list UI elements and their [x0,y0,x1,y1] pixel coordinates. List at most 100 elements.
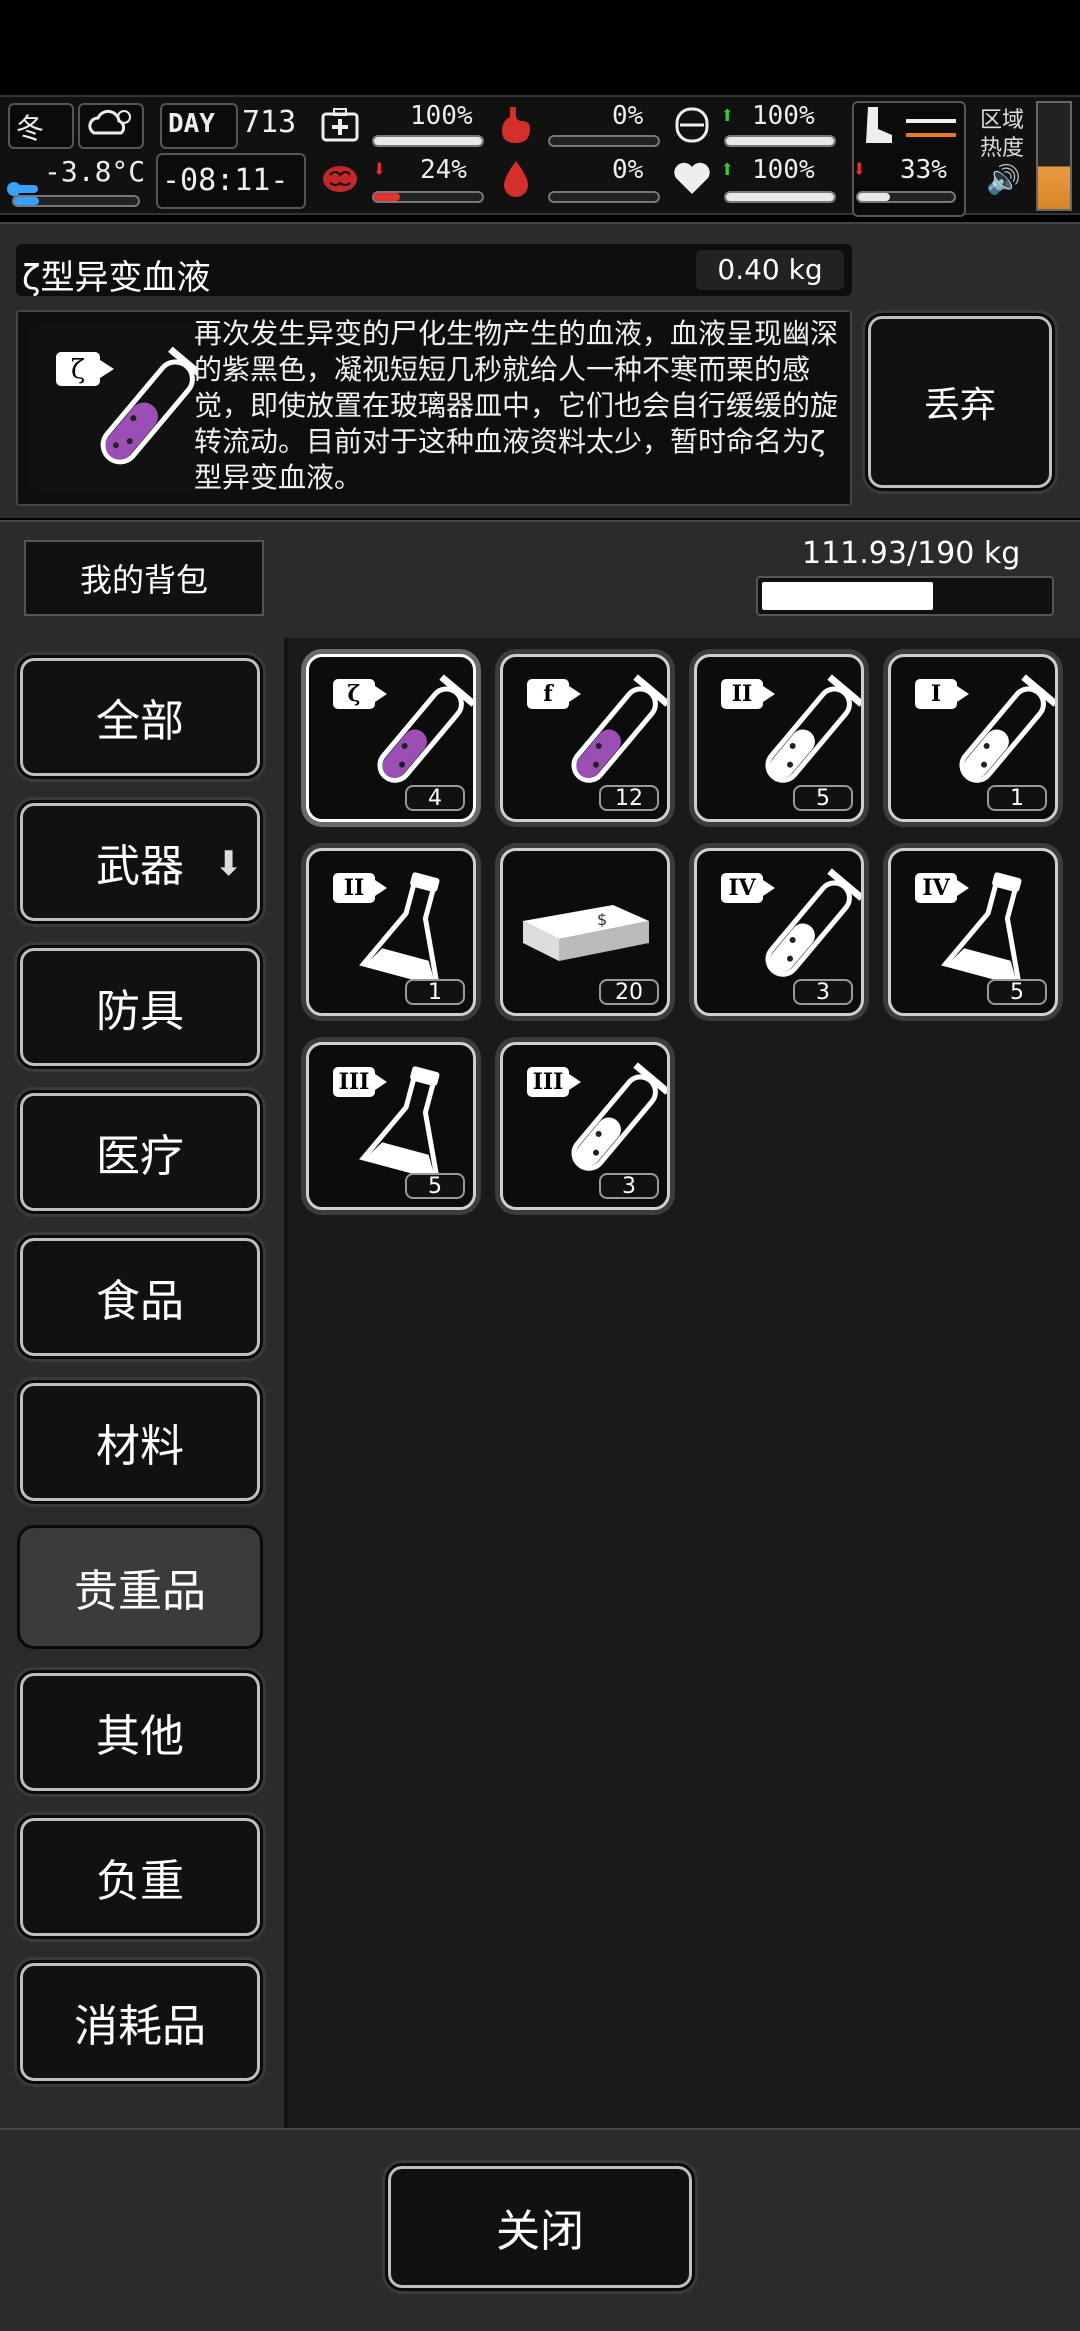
category-label: 医疗 [96,1131,184,1182]
category-button[interactable]: 其他 [17,1670,263,1794]
category-label: 防具 [96,986,184,1037]
foot-icon [856,103,900,147]
item-count: 3 [599,1173,659,1199]
inventory-slot[interactable]: IV 3 [694,848,864,1016]
up-arrow-icon: ⬆ [720,155,735,183]
category-button[interactable]: 材料 [17,1380,263,1504]
weather-icon [78,103,144,149]
down-arrow-icon: ⬇ [852,155,867,183]
inventory-slot[interactable]: f 12 [500,654,670,822]
day-badge: DAY [160,103,238,149]
item-preview-tag: ζ [71,355,85,385]
hunger-bar [548,135,660,147]
category-button[interactable]: 消耗品 [17,1960,263,2084]
category-button[interactable]: 负重 [17,1815,263,1939]
armor-bar [724,135,836,147]
temperature-bar [12,195,140,207]
bag-capacity: 111.93/190 kg [802,536,1021,571]
item-description: 再次发生异变的尸化生物产生的血液，血液呈现幽深的紫黑色，凝视短短几秒就给人一种不… [194,317,839,494]
item-count: 1 [987,785,1047,811]
speaker-icon[interactable]: 🔊 [986,163,1022,199]
inventory-slot[interactable]: II 1 [306,848,476,1016]
medkit-icon [318,103,362,147]
item-count: 12 [599,785,659,811]
inventory-grid: ζ 4 f 12 II 5 I 1 II 1 $20 IV 3 IV 5 III… [284,638,1080,2128]
item-count: 5 [987,979,1047,1005]
item-title-bar: ζ型异变血液 0.40 kg [16,244,852,298]
inventory-slot[interactable]: I 1 [888,654,1058,822]
svg-text:IV: IV [922,875,950,901]
health-value: 100% [410,101,473,131]
down-arrow-icon: ⬇ [372,155,387,183]
bag-capacity-bar [756,576,1054,616]
svg-text:II: II [344,875,365,901]
armor-value: 100% [752,101,815,131]
bleed-value: 0% [612,155,644,185]
health-bar [372,135,484,147]
category-button[interactable]: 防具 [17,945,263,1069]
item-count: 5 [405,1173,465,1199]
test-tube-icon: ζ [56,346,208,465]
inventory-slot[interactable]: II 5 [694,654,864,822]
item-count: 1 [405,979,465,1005]
item-preview: ζ [28,322,208,494]
bag-title: 我的背包 [24,540,264,616]
item-detail-panel: ζ型异变血液 0.40 kg ζ 再次发生异变的尸化生物产生的血液，血液呈现幽深… [0,222,1080,518]
svg-text:I: I [931,681,941,707]
item-weight: 0.40 kg [696,250,844,290]
infection-value: 24% [420,155,467,185]
svg-text:III: III [533,1069,564,1095]
item-count: 5 [793,785,853,811]
inventory-slot[interactable]: ζ 4 [306,654,476,822]
day-label: DAY [168,109,215,139]
zone-heat-meter [1036,101,1072,211]
clock-time: -08:11- [162,163,289,198]
category-button[interactable]: 医疗 [17,1090,263,1214]
item-count: 3 [793,979,853,1005]
blood-drop-icon [494,157,538,201]
expand-arrow-icon: ⬇ [214,844,244,884]
svg-text:II: II [732,681,753,707]
stomach-icon [494,103,538,147]
category-label: 负重 [96,1856,184,1907]
stamina-line [906,119,956,123]
inventory-slot[interactable]: $20 [500,848,670,1016]
inventory-slot[interactable]: IV 5 [888,848,1058,1016]
season-label: 冬 [16,112,45,145]
bag-header: 我的背包 111.93/190 kg [0,520,1080,638]
category-button[interactable]: 贵重品 [17,1525,263,1649]
category-label: 材料 [96,1421,184,1472]
temperature-value: -3.8°C [44,155,146,188]
bleed-bar [548,191,660,203]
category-button[interactable]: 食品 [17,1235,263,1359]
svg-text:ζ: ζ [347,681,360,707]
season-badge: 冬 [8,103,74,149]
svg-text:f: f [543,681,554,707]
category-sidebar: 全部武器 ⬇ 防具医疗食品材料贵重品其他负重消耗品 [0,638,284,2128]
close-button[interactable]: 关闭 [385,2163,695,2291]
armor-icon [670,103,714,147]
svg-text:III: III [339,1069,370,1095]
inventory-slot[interactable]: III 3 [500,1042,670,1210]
bottom-bar: 关闭 [0,2128,1080,2331]
up-arrow-icon: ⬆ [720,101,735,129]
thermometer-icon [4,155,44,199]
discard-button[interactable]: 丢弃 [865,313,1055,491]
category-button[interactable]: 武器 ⬇ [17,800,263,924]
category-label: 其他 [96,1711,184,1762]
category-label: 武器 [96,841,184,892]
inventory-slot[interactable]: III 5 [306,1042,476,1210]
svg-text:IV: IV [728,875,756,901]
stamina-value: 33% [900,155,947,185]
category-label: 食品 [96,1276,184,1327]
heart-icon [670,157,714,201]
item-info-box: ζ 再次发生异变的尸化生物产生的血液，血液呈现幽深的紫黑色，凝视短短几秒就给人一… [16,310,852,506]
category-label: 全部 [96,696,184,747]
item-name: ζ型异变血液 [22,258,211,298]
stamina-bar [856,191,956,203]
item-count: 4 [405,785,465,811]
category-button[interactable]: 全部 [17,655,263,779]
status-hud: 冬 -3.8°C DAY 713 -08:11- 100% ⬇ 24% 0% 0… [0,95,1080,217]
stamina-line [906,133,956,137]
day-number: 713 [242,105,297,140]
